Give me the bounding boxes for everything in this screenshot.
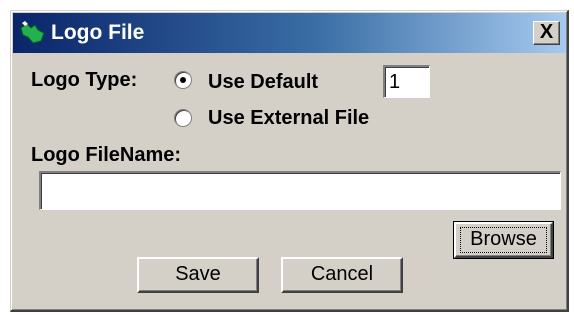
logo-type-label: Logo Type:: [31, 69, 138, 91]
app-icon: [20, 21, 45, 44]
close-icon: X: [539, 21, 554, 43]
save-button-label: Save: [175, 263, 221, 285]
save-button[interactable]: Save: [137, 257, 259, 293]
cancel-button-label: Cancel: [310, 263, 374, 285]
radio-use-default-label[interactable]: Use Default: [208, 70, 318, 94]
window-title: Logo File: [51, 21, 145, 44]
radio-selected-dot: [180, 77, 186, 83]
radio-use-external-file-label[interactable]: Use External File: [208, 106, 369, 130]
default-number-input[interactable]: [383, 65, 430, 98]
radio-use-external-file[interactable]: [174, 109, 192, 127]
radio-use-default[interactable]: [174, 71, 192, 89]
browse-button[interactable]: Browse: [453, 221, 554, 259]
close-button[interactable]: X: [533, 21, 560, 45]
logo-filename-label: Logo FileName:: [31, 144, 182, 166]
logo-filename-input[interactable]: [39, 171, 561, 210]
cancel-button[interactable]: Cancel: [281, 257, 403, 293]
logo-file-dialog: Logo File X Logo Type: Use Default Use E…: [10, 10, 569, 312]
browse-button-label: Browse: [470, 228, 537, 250]
title-bar[interactable]: Logo File X: [13, 13, 566, 53]
